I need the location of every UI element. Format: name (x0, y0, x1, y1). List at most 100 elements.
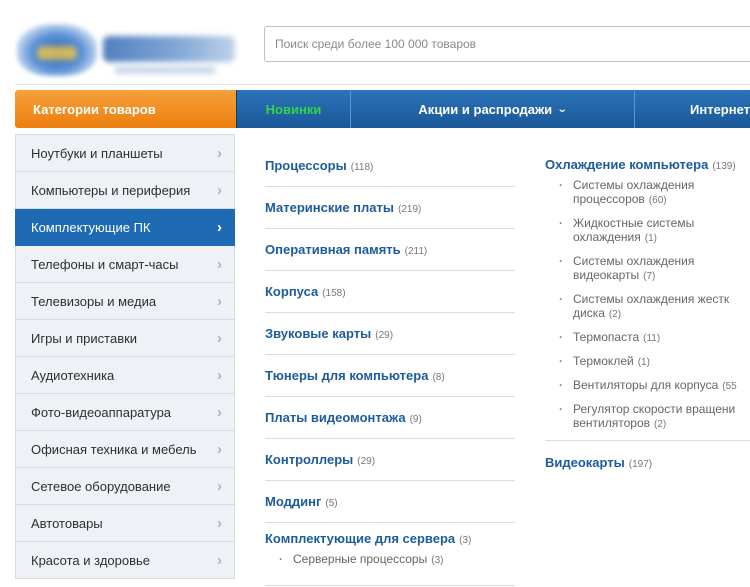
search-input[interactable] (264, 26, 750, 62)
sub-link[interactable]: Серверные процессоры(3) (265, 552, 443, 568)
sub-link[interactable]: Системы охлажденияпроцессоров(60) (545, 178, 750, 208)
chevron-right-icon: › (217, 329, 222, 347)
sidebar-item[interactable]: Аудиотехника › (15, 357, 235, 394)
logo-tagline (115, 66, 215, 74)
chevron-right-icon: › (217, 514, 222, 532)
subcategory-link[interactable]: Оперативная память (265, 242, 401, 257)
item-count: (1) (644, 233, 657, 244)
sub-link-label-2: вентиляторов (573, 416, 650, 430)
subcategory-link[interactable]: Звуковые карты (265, 326, 371, 341)
subcategory-link[interactable]: Платы видеомонтажа (265, 410, 406, 425)
sidebar-item[interactable]: Ноутбуки и планшеты › (15, 135, 235, 172)
nav-categories-button[interactable]: Категории товаров (15, 90, 236, 128)
sidebar-item-label: Аудиотехника (31, 367, 115, 383)
nav-internet-label: Интернет (690, 101, 750, 117)
subcategory-link[interactable]: Видеокарты (545, 455, 625, 470)
item-count: (3) (431, 555, 444, 566)
nav-sales-label: Акции и распродажи (418, 101, 553, 117)
sidebar-item[interactable]: Игры и приставки › (15, 320, 235, 357)
subcategory-item[interactable]: Платы видеомонтажа (9) (265, 397, 515, 439)
sidebar-item-label: Офисная техника и мебель (31, 441, 197, 457)
sub-link[interactable]: Термопаста(11) (545, 330, 750, 346)
logo-wordmark (103, 36, 235, 62)
subcategory-item[interactable]: Звуковые карты (29) (265, 313, 515, 355)
item-count: (219) (397, 204, 422, 215)
category-sidebar: Ноутбуки и планшеты › Компьютеры и перифе… (15, 134, 235, 579)
item-count: (5) (325, 498, 338, 509)
nav-new-link[interactable]: Новинки (236, 90, 350, 128)
subcategory-column-1: Процессоры (118) Материнские платы (219) О… (265, 145, 515, 568)
item-count: (211) (404, 246, 428, 257)
nav-categories-label: Категории товаров (33, 101, 156, 117)
sidebar-item[interactable]: Красота и здоровье › (15, 542, 235, 579)
sidebar-item-label: Телевизоры и медиа (31, 293, 157, 309)
subcategory-item[interactable]: Тюнеры для компьютера (8) (265, 355, 515, 397)
nav-sales-dropdown[interactable]: Акции и распродажи ⌄ (350, 90, 634, 128)
column-divider (545, 440, 750, 441)
subcategory-item[interactable]: Контроллеры (29) (265, 439, 515, 481)
subcategory-link[interactable]: Процессоры (265, 158, 347, 173)
item-count: (55 (722, 381, 737, 392)
sub-link-label: Термоклей (573, 354, 634, 368)
sidebar-item[interactable]: Телефоны и смарт-часы › (15, 246, 235, 283)
chevron-right-icon: › (217, 366, 222, 384)
subcategory-item[interactable]: Оперативная память (211) (265, 229, 515, 271)
subcategory-link[interactable]: Охлаждение компьютера (545, 157, 708, 172)
sidebar-item-label: Фото-видеоаппаратура (31, 404, 172, 420)
subcategory-link[interactable]: Контроллеры (265, 452, 353, 467)
cooling-sublist: Системы охлажденияпроцессоров(60) Жидкос… (545, 178, 750, 432)
item-count: (3) (459, 535, 472, 546)
sub-link[interactable]: Вентиляторы для корпуса(55 (545, 378, 750, 394)
item-count: (197) (628, 459, 653, 470)
subcategory-link[interactable]: Корпуса (265, 284, 318, 299)
sidebar-item[interactable]: Автотовары › (15, 505, 235, 542)
sidebar-item-label: Автотовары (31, 515, 103, 531)
sidebar-item-label: Комплектующие ПК (31, 219, 151, 235)
sub-link-label: Системы охлаждения жестк (573, 292, 730, 306)
item-count: (60) (648, 195, 667, 206)
sub-link-label-2: процессоров (573, 192, 645, 206)
subcategory-item[interactable]: Корпуса (158) (265, 271, 515, 313)
nav-new-label: Новинки (265, 101, 322, 117)
sub-link[interactable]: Системы охлаждениявидеокарты(7) (545, 254, 750, 284)
sub-link[interactable]: Термоклей(1) (545, 354, 750, 370)
subcategory-item[interactable]: Моддинг (5) (265, 481, 515, 523)
item-count: (118) (350, 162, 374, 173)
subcategory-link[interactable]: Моддинг (265, 494, 321, 509)
sidebar-item[interactable]: Компьютеры и периферия › (15, 172, 235, 209)
sidebar-item-active[interactable]: Комплектующие ПК › (15, 209, 235, 246)
header-divider (15, 84, 750, 85)
subcategory-item-gpu[interactable]: Видеокарты (197) (545, 455, 750, 470)
main-nav: Категории товаров Новинки Акции и распро… (15, 90, 750, 128)
sub-link-label: Системы охлаждения (573, 254, 695, 268)
subcategory-link[interactable]: Материнские платы (265, 200, 394, 215)
sub-link-label: Вентиляторы для корпуса (573, 378, 719, 392)
subcategory-item[interactable]: Процессоры (118) (265, 145, 515, 187)
nav-internet-link[interactable]: Интернет (634, 90, 750, 128)
sub-link-label: Термопаста (573, 330, 640, 344)
sub-link-label: Системы охлаждения (573, 178, 695, 192)
sub-link[interactable]: Жидкостные системыохлаждения(1) (545, 216, 750, 246)
sidebar-item-label: Ноутбуки и планшеты (31, 145, 163, 161)
item-count: (2) (654, 419, 667, 430)
sidebar-item[interactable]: Сетевое оборудование › (15, 468, 235, 505)
subcategory-link[interactable]: Комплектующие для сервера (265, 531, 455, 546)
sidebar-item-label: Телефоны и смарт-часы (31, 256, 179, 272)
subcategory-column-2: Охлаждение компьютера (139) Системы охлаж… (545, 157, 750, 470)
subcategory-item-server[interactable]: Комплектующие для сервера (3) Серверные п… (265, 523, 515, 568)
item-count: (1) (637, 357, 650, 368)
sidebar-item[interactable]: Телевизоры и медиа › (15, 283, 235, 320)
sub-link[interactable]: Системы охлаждения жесткдиска(2) (545, 292, 750, 322)
sidebar-item[interactable]: Фото-видеоаппаратура › (15, 394, 235, 431)
site-logo[interactable] (15, 18, 240, 80)
subcategory-item[interactable]: Материнские платы (219) (265, 187, 515, 229)
subcategory-item-cooling[interactable]: Охлаждение компьютера (139) (545, 157, 750, 172)
sub-link-label: Регулятор скорости вращени (573, 402, 736, 416)
item-count: (158) (322, 288, 346, 299)
sidebar-item-label: Сетевое оборудование (31, 478, 171, 494)
item-count: (7) (643, 271, 656, 282)
sub-link-label-2: охлаждения (573, 230, 641, 244)
sidebar-item[interactable]: Офисная техника и мебель › (15, 431, 235, 468)
subcategory-link[interactable]: Тюнеры для компьютера (265, 368, 428, 383)
sub-link[interactable]: Регулятор скорости вращенивентиляторов (2… (545, 402, 750, 432)
